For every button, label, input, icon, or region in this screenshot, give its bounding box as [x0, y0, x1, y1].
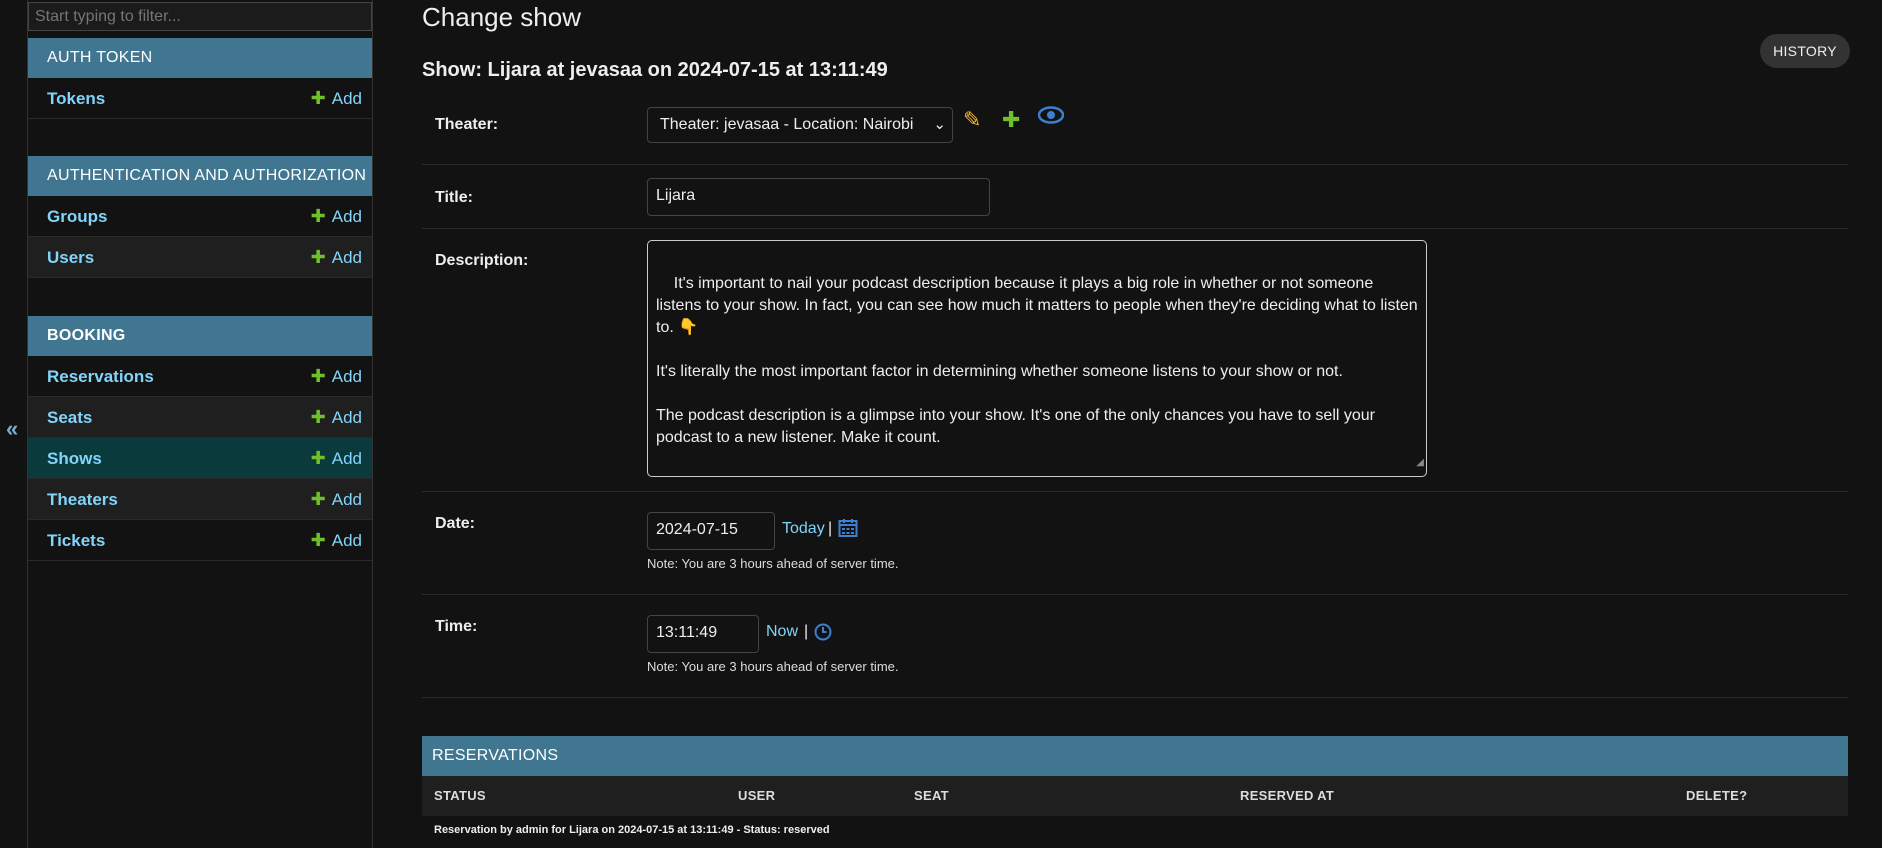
- sidebar-item-label[interactable]: Reservations: [47, 367, 154, 387]
- sidebar-item-label[interactable]: Seats: [47, 408, 92, 428]
- column-header-user: USER: [738, 788, 776, 803]
- column-header-seat: SEAT: [914, 788, 949, 803]
- column-header-reserved-at: RESERVED AT: [1240, 788, 1335, 803]
- title-input[interactable]: Lijara: [647, 178, 990, 216]
- sidebar-item-label[interactable]: Shows: [47, 449, 102, 469]
- field-label: Description:: [435, 252, 529, 269]
- sidebar-item-seats[interactable]: Seats ✚ Add: [28, 397, 372, 438]
- description-textarea[interactable]: It's important to nail your podcast desc…: [647, 240, 1427, 477]
- sidebar: AUTH TOKEN Tokens ✚ Add AUTHENTICATION AN…: [28, 0, 373, 848]
- inline-reservations-header: RESERVATIONS: [422, 736, 1848, 776]
- shortcut-separator: |: [828, 520, 833, 537]
- eye-icon[interactable]: [1037, 104, 1065, 132]
- plus-icon: ✚: [310, 247, 326, 267]
- add-label: Add: [331, 490, 362, 509]
- add-label: Add: [331, 89, 362, 108]
- plus-icon: ✚: [310, 366, 326, 386]
- add-label: Add: [331, 408, 362, 427]
- date-input[interactable]: 2024-07-15: [647, 512, 775, 550]
- field-label: Date:: [435, 515, 476, 532]
- sidebar-item-label[interactable]: Groups: [47, 207, 107, 227]
- now-link[interactable]: Now: [766, 623, 798, 641]
- field-label: Time:: [435, 618, 478, 635]
- pencil-icon[interactable]: ✎: [963, 107, 981, 133]
- sidebar-filter-input[interactable]: [28, 2, 372, 31]
- form-row-theater: Theater:: [422, 96, 1848, 165]
- sidebar-item-label[interactable]: Tickets: [47, 531, 105, 551]
- theater-select[interactable]: Theater: jevasaa - Location: Nairobi ⌄: [647, 107, 953, 143]
- module-auth-token: AUTH TOKEN Tokens ✚ Add: [28, 38, 372, 119]
- today-link[interactable]: Today: [782, 520, 825, 538]
- plus-icon: ✚: [310, 448, 326, 468]
- timezone-note: Note: You are 3 hours ahead of server ti…: [647, 659, 899, 674]
- page-title: Change show: [422, 2, 581, 32]
- sidebar-item-groups[interactable]: Groups ✚ Add: [28, 196, 372, 237]
- column-header-delete: DELETE?: [1686, 788, 1748, 803]
- sidebar-toggle[interactable]: «: [0, 0, 28, 848]
- module-authentication: AUTHENTICATION AND AUTHORIZATION Groups …: [28, 156, 372, 278]
- plus-icon: ✚: [310, 88, 326, 108]
- form-row-time: Time:: [422, 594, 1848, 698]
- sidebar-item-reservations[interactable]: Reservations ✚ Add: [28, 356, 372, 397]
- sidebar-item-label[interactable]: Theaters: [47, 490, 118, 510]
- time-input[interactable]: 13:11:49: [647, 615, 759, 653]
- sidebar-item-label[interactable]: Tokens: [47, 89, 105, 109]
- inline-row-original: Reservation by admin for Lijara on 2024-…: [434, 824, 830, 836]
- form-row-title: Title:: [422, 164, 1848, 229]
- add-label: Add: [331, 531, 362, 550]
- module-header[interactable]: AUTHENTICATION AND AUTHORIZATION: [28, 156, 372, 196]
- plus-icon: ✚: [310, 407, 326, 427]
- add-groups-link[interactable]: ✚ Add: [311, 206, 362, 227]
- add-tickets-link[interactable]: ✚ Add: [311, 530, 362, 551]
- plus-icon[interactable]: ✚: [1002, 107, 1020, 133]
- add-label: Add: [331, 207, 362, 226]
- field-label: Title:: [435, 189, 473, 206]
- timezone-note: Note: You are 3 hours ahead of server ti…: [647, 556, 899, 571]
- module-header[interactable]: AUTH TOKEN: [28, 38, 372, 78]
- collapse-sidebar-icon[interactable]: «: [6, 416, 18, 442]
- module-header[interactable]: BOOKING: [28, 316, 372, 356]
- add-tokens-link[interactable]: ✚ Add: [311, 88, 362, 109]
- add-shows-link[interactable]: ✚ Add: [311, 448, 362, 469]
- plus-icon: ✚: [310, 489, 326, 509]
- plus-icon: ✚: [310, 206, 326, 226]
- inline-table-header: STATUS USER SEAT RESERVED AT DELETE?: [422, 776, 1848, 816]
- field-label: Theater:: [435, 116, 499, 133]
- add-label: Add: [331, 248, 362, 267]
- add-users-link[interactable]: ✚ Add: [311, 247, 362, 268]
- shortcut-separator: |: [804, 623, 809, 640]
- sidebar-item-tickets[interactable]: Tickets ✚ Add: [28, 520, 372, 561]
- plus-icon: ✚: [310, 530, 326, 550]
- resize-grip-icon[interactable]: ◢: [1416, 452, 1424, 474]
- form-row-date: Date:: [422, 491, 1848, 595]
- sidebar-item-shows[interactable]: Shows ✚ Add: [28, 438, 372, 479]
- object-subtitle: Show: Lijara at jevasaa on 2024-07-15 at…: [422, 59, 888, 81]
- sidebar-item-label[interactable]: Users: [47, 248, 94, 268]
- column-header-status: STATUS: [434, 788, 486, 803]
- sidebar-item-theaters[interactable]: Theaters ✚ Add: [28, 479, 372, 520]
- add-label: Add: [331, 449, 362, 468]
- theater-select-value: Theater: jevasaa - Location: Nairobi: [660, 116, 914, 133]
- main-content: Change show HISTORY Show: Lijara at jeva…: [422, 0, 1850, 848]
- calendar-icon[interactable]: [838, 518, 858, 543]
- add-label: Add: [331, 367, 362, 386]
- module-booking: BOOKING Reservations ✚ Add Seats ✚ Add Sho…: [28, 316, 372, 561]
- add-reservations-link[interactable]: ✚ Add: [311, 366, 362, 387]
- chevron-down-icon: ⌄: [933, 116, 946, 133]
- add-theaters-link[interactable]: ✚ Add: [311, 489, 362, 510]
- clock-icon[interactable]: [814, 623, 832, 646]
- add-seats-link[interactable]: ✚ Add: [311, 407, 362, 428]
- description-text: It's important to nail your podcast desc…: [656, 275, 1418, 446]
- history-button[interactable]: HISTORY: [1760, 34, 1850, 68]
- sidebar-item-tokens[interactable]: Tokens ✚ Add: [28, 78, 372, 119]
- sidebar-item-users[interactable]: Users ✚ Add: [28, 237, 372, 278]
